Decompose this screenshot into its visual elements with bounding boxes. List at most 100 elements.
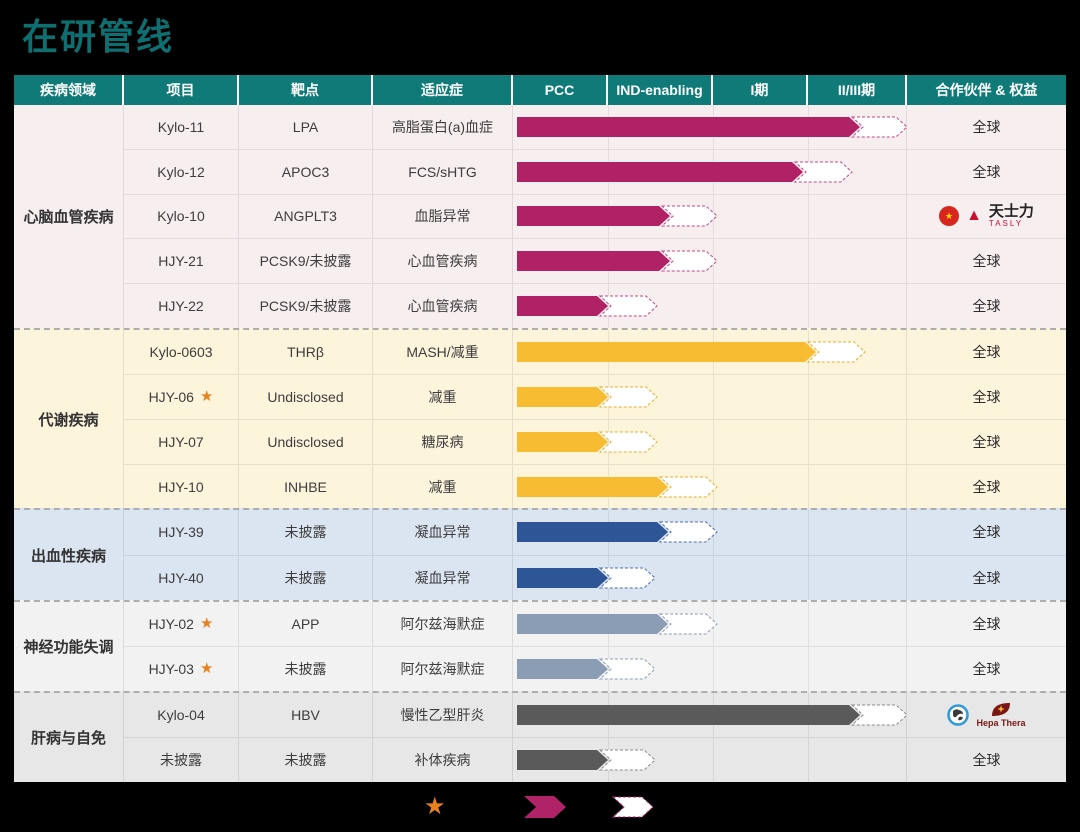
partner-label: 全球 (973, 522, 1001, 542)
disease-group: 心脑血管疾病Kylo-11LPA高脂蛋白(a)血症全球Kylo-12APOC3F… (14, 105, 1066, 328)
page-title: 在研管线 (22, 8, 174, 60)
indication-cell: 糖尿病 (373, 420, 513, 464)
bar-dashed-segment (600, 387, 657, 407)
partner-label: 全球 (973, 659, 1001, 679)
stage-track-cell (513, 420, 907, 464)
partner-cell: 全球 (907, 647, 1066, 691)
table-header: 疾病领域项目靶点适应症PCCIND-enablingI期II/III期合作伙伴 … (14, 75, 1066, 105)
project-cell: HJY-06★ (124, 375, 239, 419)
table-row: HJY-03★未披露阿尔兹海默症全球 (124, 647, 1066, 691)
stage-track-cell (513, 284, 907, 328)
bar-dashed-segment (795, 162, 852, 182)
bar-solid-segment (517, 296, 608, 316)
stage-track-cell (513, 693, 907, 737)
pipeline-bar (513, 431, 911, 453)
indication-cell: 心血管疾病 (373, 239, 513, 283)
bar-solid-segment (517, 432, 608, 452)
stage-track-cell (513, 195, 907, 239)
solid-arrow-icon (524, 796, 570, 818)
partner-label: 全球 (973, 162, 1001, 182)
target-cell: ANGPLT3 (239, 195, 373, 239)
indication-cell: 血脂异常 (373, 195, 513, 239)
bar-dashed-segment (600, 659, 655, 679)
pipeline-slide: 在研管线 疾病领域项目靶点适应症PCCIND-enablingI期II/III期… (0, 0, 1080, 832)
stage-track-cell (513, 602, 907, 646)
header-cell: 适应症 (373, 75, 513, 105)
partner-label: 全球 (973, 750, 1001, 770)
project-cell: HJY-07 (124, 420, 239, 464)
table-row: Kylo-0603THRβMASH/减重全球 (124, 330, 1066, 375)
project-label: HJY-06 (149, 389, 194, 405)
bar-solid-segment (517, 614, 668, 634)
bar-solid-segment (517, 342, 816, 362)
project-cell: Kylo-12 (124, 150, 239, 194)
disease-group: 出血性疾病HJY-39未披露凝血异常全球HJY-40未披露凝血异常全球 (14, 508, 1066, 599)
target-cell: APOC3 (239, 150, 373, 194)
project-label: Kylo-12 (157, 164, 204, 180)
pipeline-bar (513, 613, 911, 635)
indication-cell: 减重 (373, 465, 513, 509)
stage-track-cell (513, 375, 907, 419)
bar-dashed-segment (600, 296, 657, 316)
target-cell: PCSK9/未披露 (239, 239, 373, 283)
indication-cell: 凝血异常 (373, 510, 513, 554)
tasly-name-en: TASLY (989, 220, 1023, 228)
partner-label: 全球 (973, 477, 1001, 497)
legend: ★ (0, 782, 1080, 832)
pipeline-bar (513, 116, 911, 138)
table-row: HJY-40未披露凝血异常全球 (124, 556, 1066, 600)
project-label: Kylo-10 (157, 208, 204, 224)
indication-cell: 高脂蛋白(a)血症 (373, 105, 513, 149)
stage-track-cell (513, 647, 907, 691)
project-cell: HJY-40 (124, 556, 239, 600)
disease-area-cell: 心脑血管疾病 (14, 105, 124, 328)
indication-cell: FCS/sHTG (373, 150, 513, 194)
partner-cell: 全球 (907, 330, 1066, 374)
bar-dashed-segment (600, 750, 655, 770)
tasly-wordmark: 天士力TASLY (989, 204, 1034, 228)
dashed-arrow-icon (612, 796, 658, 818)
header-cell: 合作伙伴 & 权益 (907, 75, 1066, 105)
stage-track-cell (513, 150, 907, 194)
partner-cell: ★▲天士力TASLY (907, 195, 1066, 239)
hepathera-wordmark: Hepa Thera (976, 702, 1025, 728)
table-row: HJY-21PCSK9/未披露心血管疾病全球 (124, 239, 1066, 284)
project-label: HJY-10 (158, 479, 203, 495)
partner-cell: 全球 (907, 284, 1066, 328)
stage-track-cell (513, 738, 907, 782)
bar-solid-segment (517, 162, 803, 182)
disease-group: 神经功能失调HJY-02★APP阿尔兹海默症全球HJY-03★未披露阿尔兹海默症… (14, 600, 1066, 691)
hepathera-name: Hepa Thera (976, 719, 1025, 728)
project-cell: Kylo-10 (124, 195, 239, 239)
header-cell: I期 (713, 75, 808, 105)
table-row: HJY-39未披露凝血异常全球 (124, 510, 1066, 555)
disease-area-cell: 神经功能失调 (14, 602, 124, 691)
target-cell: THRβ (239, 330, 373, 374)
bar-dashed-segment (660, 477, 717, 497)
target-cell: LPA (239, 105, 373, 149)
partner-cell: 全球 (907, 738, 1066, 782)
partner-cell: 全球 (907, 465, 1066, 509)
partner-label: 全球 (973, 614, 1001, 634)
table-row: Kylo-11LPA高脂蛋白(a)血症 全球 (124, 105, 1066, 150)
indication-cell: 阿尔兹海默症 (373, 647, 513, 691)
hepathera-leaf-icon (991, 702, 1011, 717)
partner-cell: 全球 (907, 239, 1066, 283)
project-cell: Kylo-11 (124, 105, 239, 149)
partner-label: 全球 (973, 117, 1001, 137)
header-cell: 项目 (124, 75, 239, 105)
bar-solid-segment (517, 117, 860, 137)
stage-track-cell (513, 556, 907, 600)
pipeline-bar (513, 341, 911, 363)
table-row: Kylo-12 APOC3FCS/sHTG 全球 (124, 150, 1066, 195)
indication-cell: 减重 (373, 375, 513, 419)
header-cell: IND-enabling (608, 75, 713, 105)
pipeline-table: 疾病领域项目靶点适应症PCCIND-enablingI期II/III期合作伙伴 … (14, 75, 1066, 782)
partner-cell: 全球 (907, 150, 1066, 194)
pipeline-bar (513, 658, 911, 680)
tasly-logo: ★▲天士力TASLY (939, 204, 1034, 228)
bar-dashed-segment (852, 705, 907, 725)
partner-cell: 全球 (907, 556, 1066, 600)
pipeline-bar (513, 704, 911, 726)
bar-solid-segment (517, 477, 668, 497)
